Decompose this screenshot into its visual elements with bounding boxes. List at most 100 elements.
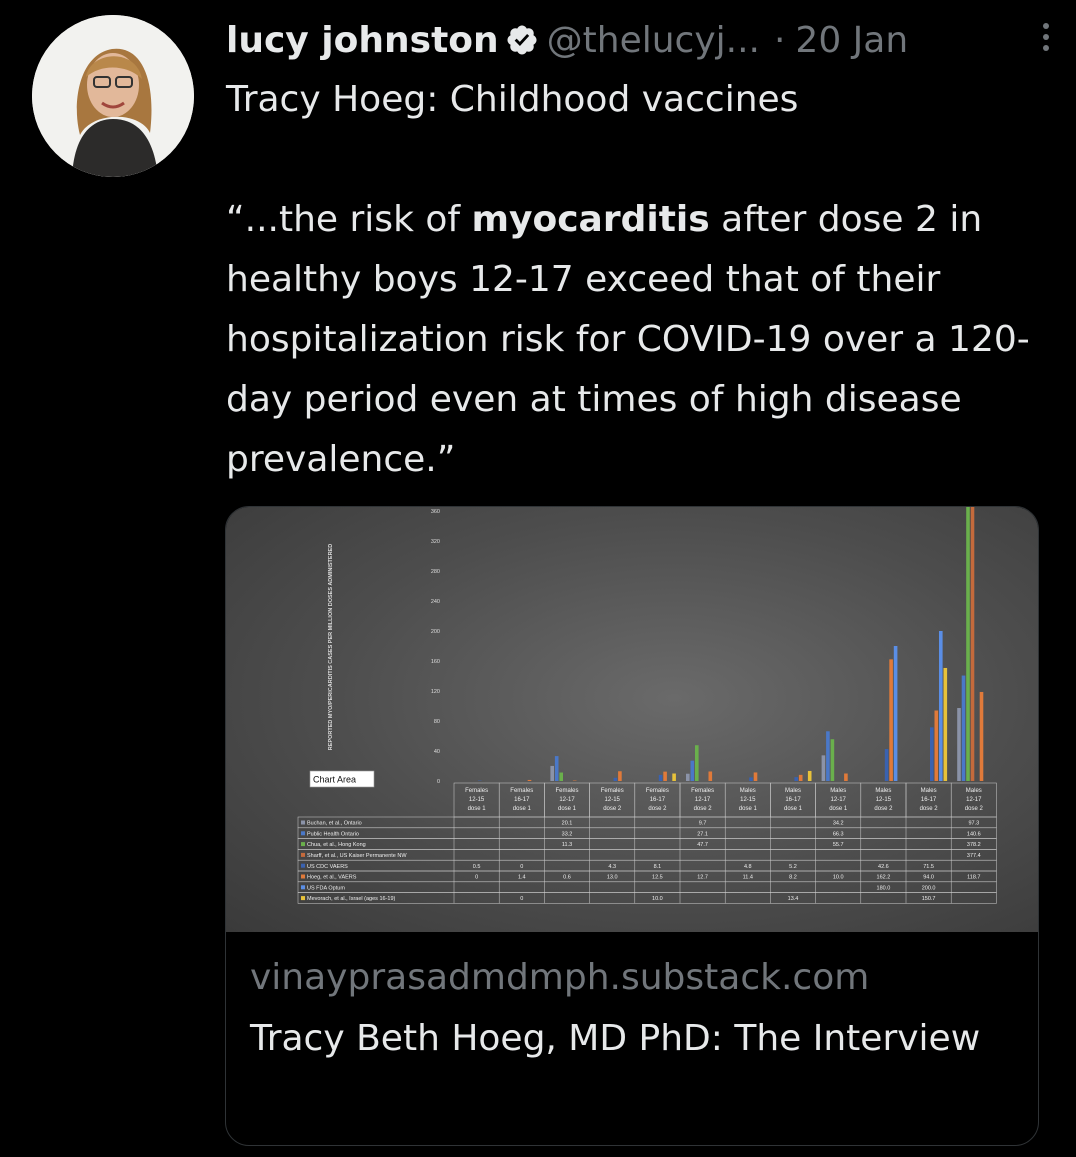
- verified-badge-icon: [507, 25, 537, 55]
- legend-swatch: [301, 896, 305, 901]
- category-label: 16-17: [650, 797, 666, 803]
- category-label: 12-15: [740, 797, 756, 803]
- category-label: dose 1: [739, 806, 758, 812]
- card-chart-image: 0 40 80 120 160 200 240 280 320 360 REPORTED MYO/P…: [226, 507, 1038, 932]
- table-row: [297, 881, 997, 893]
- legend-swatch: [301, 820, 305, 825]
- table-row: [297, 892, 997, 904]
- data-value: 162.2: [877, 875, 891, 881]
- legend-swatch: [301, 863, 305, 868]
- bar: [527, 779, 532, 781]
- bar: [844, 773, 848, 781]
- data-value: 8.2: [789, 875, 797, 881]
- bar: [794, 777, 798, 781]
- bar: [807, 770, 812, 781]
- y-tick-label: 160: [431, 659, 440, 665]
- bar: [749, 777, 753, 781]
- category-label: dose 1: [558, 806, 577, 812]
- category-label: 12-17: [559, 797, 575, 803]
- data-value: 71.5: [923, 864, 934, 870]
- author-handle[interactable]: @thelucyj...: [547, 20, 760, 61]
- category-label: 12-17: [831, 797, 847, 803]
- category-label: dose 2: [603, 806, 622, 812]
- y-tick-label: 360: [431, 509, 440, 515]
- legend-swatch: [301, 852, 305, 857]
- category-label: 16-17: [785, 797, 801, 803]
- y-tick-label: 80: [434, 719, 440, 725]
- data-value: 4.8: [744, 864, 752, 870]
- table-row: [297, 859, 997, 872]
- data-value: 34.2: [833, 821, 844, 827]
- table-row: [297, 816, 997, 829]
- y-tick-label: 120: [431, 689, 440, 695]
- data-value: 0: [475, 875, 478, 881]
- tweet-header: lucy johnston @thelucyj... · 20 Jan: [226, 12, 1056, 68]
- y-axis-label: REPORTED MYO/PERICARDITIS CASES PER MILL…: [328, 544, 334, 750]
- data-value: 377.4: [967, 853, 981, 859]
- data-value: 13.0: [607, 875, 618, 881]
- more-vertical-icon[interactable]: [1036, 18, 1056, 62]
- data-value: 150.7: [922, 896, 936, 902]
- legend-entry: Chua, et al., Hong Kong: [307, 842, 366, 848]
- bar: [672, 773, 676, 781]
- quote-prefix: “...the risk of: [226, 199, 472, 240]
- link-preview-card[interactable]: 0 40 80 120 160 200 240 280 320 360 REPORTED MYO/P…: [225, 506, 1039, 1146]
- legend-entry: US FDA Optum: [307, 885, 345, 891]
- category-label: 16-17: [921, 797, 937, 803]
- legend-entry: Buchan, et al., Ontario: [307, 821, 362, 827]
- author-name[interactable]: lucy johnston: [226, 20, 499, 61]
- category-label: dose 1: [829, 806, 848, 812]
- separator-dot: ·: [773, 19, 786, 61]
- data-value: 47.7: [697, 842, 708, 848]
- category-label: 16-17: [514, 797, 530, 803]
- data-value: 33.2: [562, 831, 573, 837]
- bar: [939, 631, 943, 781]
- data-value: 27.1: [697, 831, 708, 837]
- legend-swatch: [301, 874, 305, 879]
- data-value: 180.0: [877, 885, 891, 891]
- y-tick-label: 0: [437, 779, 440, 785]
- category-label: Males: [921, 788, 937, 794]
- bar: [554, 756, 559, 781]
- bar: [826, 731, 830, 781]
- tweet-timestamp[interactable]: 20 Jan: [795, 20, 908, 61]
- bar: [618, 771, 622, 781]
- data-value: 42.6: [878, 864, 889, 870]
- legend-entry: Public Health Ontario: [307, 831, 359, 837]
- data-value: 20.1: [562, 821, 573, 827]
- legend-entry: Mevorach, et al., Israel (ages 16-19): [307, 896, 396, 902]
- category-label: 12-15: [605, 797, 621, 803]
- data-value: 11.3: [562, 842, 572, 848]
- tweet-quote: “...the risk of myocarditis after dose 2…: [226, 190, 1056, 490]
- bar: [957, 708, 961, 781]
- y-tick-label: 320: [431, 539, 440, 545]
- data-value: 0.6: [563, 875, 571, 881]
- y-tick-label: 200: [431, 629, 440, 635]
- y-tick-label: 240: [431, 599, 440, 605]
- category-label: Females: [601, 788, 624, 794]
- category-label: dose 2: [965, 806, 984, 812]
- bar: [930, 727, 934, 781]
- bar: [690, 760, 695, 781]
- author-avatar[interactable]: [32, 15, 194, 177]
- chart-area-tooltip: Chart Area: [313, 775, 356, 785]
- bar: [830, 739, 835, 781]
- category-label: Females: [691, 788, 714, 794]
- data-value: 55.7: [833, 842, 844, 848]
- bar: [798, 774, 803, 781]
- data-value: 13.4: [788, 896, 799, 902]
- legend-swatch: [301, 885, 305, 890]
- table-row: [297, 827, 997, 839]
- category-label: Females: [646, 788, 669, 794]
- avatar-portrait: [32, 15, 194, 177]
- legend-swatch: [301, 831, 305, 836]
- legend-entry: Hoeg, et al., VAERS: [307, 875, 357, 881]
- data-value: 118.7: [967, 875, 980, 881]
- bar: [550, 765, 554, 781]
- category-label: dose 1: [513, 806, 532, 812]
- category-label: dose 1: [468, 806, 487, 812]
- data-value: 0: [520, 896, 523, 902]
- category-label: dose 2: [648, 806, 667, 812]
- bar: [753, 772, 758, 781]
- quote-bold-term: myocarditis: [471, 199, 710, 240]
